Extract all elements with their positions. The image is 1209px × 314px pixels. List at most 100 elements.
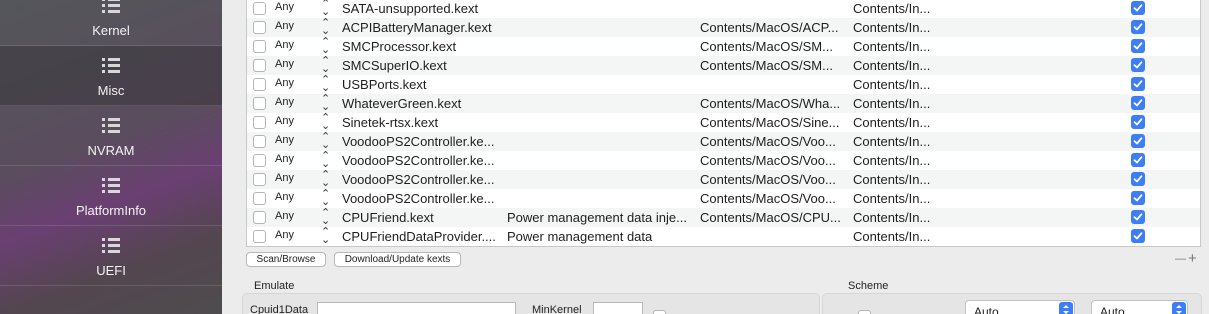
checkmark-icon [1133,4,1143,12]
row-select-checkbox[interactable] [253,78,266,91]
bundle-path-cell: SMCSuperIO.kext [342,58,447,73]
table-row[interactable]: Any ⌃ ⌄ ACPIBatteryManager.kext Contents/Mac… [247,18,1200,37]
executable-path-cell: Contents/MacOS/SM... [700,58,833,73]
row-select-checkbox[interactable] [253,230,266,243]
chevron-updown-icon[interactable]: ⌃ ⌄ [321,208,330,227]
enabled-checkbox[interactable] [1131,229,1145,243]
enabled-checkbox[interactable] [1131,96,1145,110]
arch-value: Any [275,20,294,32]
row-select-checkbox[interactable] [253,2,266,15]
chevron-updown-icon [1059,302,1073,314]
sidebar-item-kernel[interactable]: Kernel [0,0,222,46]
row-select-checkbox[interactable] [253,154,266,167]
chevron-updown-icon[interactable]: ⌃ ⌄ [321,113,330,132]
chevron-updown-icon[interactable]: ⌃ ⌄ [321,56,330,75]
plist-path-cell: Contents/In... [853,58,931,73]
chevron-updown-icon[interactable]: ⌃ ⌄ [321,18,330,37]
row-select-checkbox[interactable] [253,97,266,110]
plist-path-cell: Contents/In... [853,77,931,92]
bundle-path-cell: CPUFriendDataProvider.... [342,229,496,244]
list-icon [102,58,120,74]
plist-path-cell: Contents/In... [853,134,931,149]
arch-value: Any [275,191,294,203]
row-select-checkbox[interactable] [253,173,266,186]
table-row[interactable]: Any ⌃ ⌄ WhateverGreen.kext Contents/MacOS/Wh… [247,94,1200,113]
table-row[interactable]: Any ⌃ ⌄ SMCSuperIO.kext Contents/MacOS/SM...… [247,56,1200,75]
row-select-checkbox[interactable] [253,116,266,129]
checkmark-icon [1133,232,1143,240]
enabled-checkbox[interactable] [1131,115,1145,129]
table-row[interactable]: Any ⌃ ⌄ USBPorts.kext Contents/In... [247,75,1200,94]
enabled-checkbox[interactable] [1131,1,1145,15]
enabled-checkbox[interactable] [1131,77,1145,91]
plist-path-cell: Contents/In... [853,96,931,111]
plist-path-cell: Contents/In... [853,172,931,187]
main-panel: Any ⌃ ⌄ SATA-unsupported.kext Contents/In...… [222,0,1209,314]
chevron-updown-icon[interactable]: ⌃ ⌄ [321,151,330,170]
list-icon [102,118,120,134]
arch-value: Any [275,77,294,89]
arch-value: Any [275,1,294,13]
table-row[interactable]: Any ⌃ ⌄ VoodooPS2Controller.ke... Contents/M… [247,189,1200,208]
chevron-updown-icon[interactable]: ⌃ ⌄ [321,132,330,151]
comment-cell: Power management data inje... [507,210,687,225]
chevron-updown-icon[interactable]: ⌃ ⌄ [321,75,330,94]
cpuid1data-label: Cpuid1Data [250,304,309,314]
cpuid1data-field[interactable] [317,302,516,314]
table-row[interactable]: Any ⌃ ⌄ Sinetek-rtsx.kext Contents/MacOS/Sin… [247,113,1200,132]
enabled-checkbox[interactable] [1131,210,1145,224]
arch-value: Any [275,39,294,51]
plist-path-cell: Contents/In... [853,210,931,225]
download-update-kexts-button[interactable]: Download/Update kexts [334,252,461,267]
row-select-checkbox[interactable] [253,40,266,53]
table-row[interactable]: Any ⌃ ⌄ CPUFriendDataProvider.... Power mana… [247,227,1200,246]
chevron-updown-icon[interactable]: ⌃ ⌄ [321,0,330,18]
enabled-checkbox[interactable] [1131,153,1145,167]
sidebar-item-platforminfo[interactable]: PlatformInfo [0,166,222,226]
emulate-checkbox[interactable] [653,310,666,314]
plist-path-cell: Contents/In... [853,229,931,244]
plist-path-cell: Contents/In... [853,20,931,35]
table-row[interactable]: Any ⌃ ⌄ CPUFriend.kext Power management data… [247,208,1200,227]
enabled-checkbox[interactable] [1131,172,1145,186]
sidebar-item-label: UEFI [96,263,126,278]
row-select-checkbox[interactable] [253,21,266,34]
row-select-checkbox[interactable] [253,59,266,72]
row-select-checkbox[interactable] [253,211,266,224]
enabled-checkbox[interactable] [1131,58,1145,72]
scan-browse-button[interactable]: Scan/Browse [246,252,326,267]
minkernel-label: MinKernel [532,304,582,314]
chevron-updown-icon[interactable]: ⌃ ⌄ [321,94,330,113]
enabled-checkbox[interactable] [1131,191,1145,205]
sidebar-item-uefi[interactable]: UEFI [0,226,222,286]
sidebar: Kernel Misc NVRAM PlatformInfo UEFI [0,0,222,314]
sidebar-item-misc[interactable]: Misc [0,46,222,106]
table-row[interactable]: Any ⌃ ⌄ SATA-unsupported.kext Contents/In... [247,0,1200,18]
remove-row-button[interactable]: — [1175,253,1186,265]
arch-value: Any [275,210,294,222]
row-select-checkbox[interactable] [253,192,266,205]
enabled-checkbox[interactable] [1131,134,1145,148]
chevron-updown-icon[interactable]: ⌃ ⌄ [321,189,330,208]
sidebar-item-nvram[interactable]: NVRAM [0,106,222,166]
bundle-path-cell: ACPIBatteryManager.kext [342,20,492,35]
chevron-updown-icon[interactable]: ⌃ ⌄ [321,227,330,246]
scheme-popup-2[interactable]: Auto [1091,300,1188,314]
chevron-updown-icon[interactable]: ⌃ ⌄ [321,37,330,56]
chevron-updown-icon[interactable]: ⌃ ⌄ [321,170,330,189]
enabled-checkbox[interactable] [1131,20,1145,34]
table-row[interactable]: Any ⌃ ⌄ SMCProcessor.kext Contents/MacOS/SM.… [247,37,1200,56]
table-row[interactable]: Any ⌃ ⌄ VoodooPS2Controller.ke... Contents/M… [247,170,1200,189]
minkernel-field[interactable] [593,302,643,314]
row-select-checkbox[interactable] [253,135,266,148]
table-row[interactable]: Any ⌃ ⌄ VoodooPS2Controller.ke... Contents/M… [247,151,1200,170]
executable-path-cell: Contents/MacOS/ACP... [700,20,839,35]
scheme-checkbox[interactable] [858,310,871,314]
kext-table: Any ⌃ ⌄ SATA-unsupported.kext Contents/In...… [246,0,1201,247]
enabled-checkbox[interactable] [1131,39,1145,53]
bundle-path-cell: VoodooPS2Controller.ke... [342,172,495,187]
checkmark-icon [1133,23,1143,31]
table-row[interactable]: Any ⌃ ⌄ VoodooPS2Controller.ke... Contents/M… [247,132,1200,151]
add-row-button[interactable]: + [1188,250,1197,267]
scheme-popup-1[interactable]: Auto [965,300,1075,314]
